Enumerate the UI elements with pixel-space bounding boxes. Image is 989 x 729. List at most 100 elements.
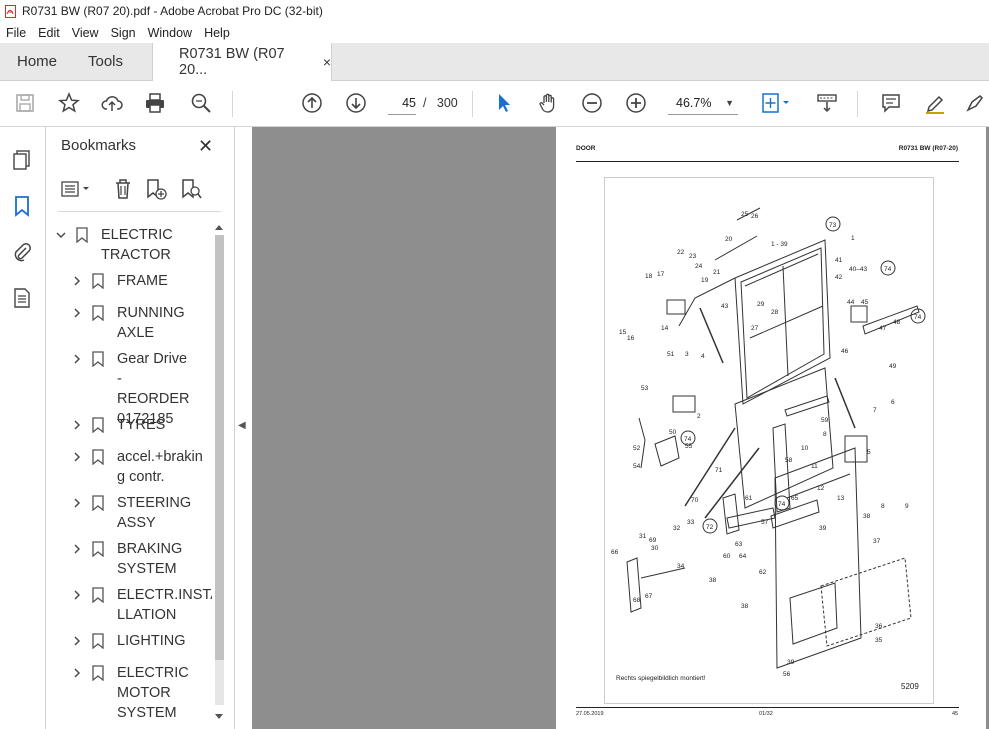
bookmarks-scrollbar[interactable]	[212, 223, 226, 723]
callout-34: 34	[677, 563, 685, 570]
title-bar: R0731 BW (R07 20).pdf - Adobe Acrobat Pr…	[0, 0, 989, 22]
callout-66: 66	[611, 549, 619, 556]
chevron-right-icon[interactable]	[72, 276, 82, 286]
callout-54: 54	[633, 463, 641, 470]
bookmark-options-icon[interactable]	[60, 177, 94, 201]
callout-67: 67	[645, 593, 653, 600]
page-thumbnails-icon[interactable]	[11, 149, 33, 171]
tab-bar: Home Tools R0731 BW (R07 20... ×	[0, 43, 989, 81]
callout-52: 52	[633, 445, 641, 452]
document-properties-icon[interactable]	[11, 287, 33, 309]
minus-circle-icon	[582, 93, 602, 113]
callout-61: 61	[745, 495, 753, 502]
menu-help[interactable]: Help	[198, 26, 236, 40]
scroll-thumb[interactable]	[215, 235, 224, 660]
chevron-right-icon[interactable]	[72, 498, 82, 508]
collapse-panel-icon[interactable]: ◀	[238, 420, 246, 431]
new-bookmark-icon[interactable]	[144, 177, 168, 201]
toolbar	[0, 81, 989, 127]
chevron-down-icon: ▼	[725, 98, 734, 108]
bookmark-label: ELECTR.INSTA	[117, 587, 212, 603]
next-page-button[interactable]	[344, 91, 368, 115]
chevron-right-icon[interactable]	[72, 452, 82, 462]
bookmarks-panel-icon[interactable]	[11, 195, 33, 217]
attachments-icon[interactable]	[11, 241, 33, 263]
menu-file[interactable]: File	[0, 26, 32, 40]
bookmark-label: RUNNING	[117, 305, 185, 321]
callout-17: 17	[657, 271, 665, 278]
close-icon[interactable]: ✕	[198, 136, 213, 157]
total-pages: 300	[436, 96, 458, 110]
bookmark-label: REORDER	[117, 391, 190, 407]
chevron-right-icon[interactable]	[72, 354, 82, 364]
tab-home[interactable]: Home	[17, 43, 57, 80]
chevron-right-icon[interactable]	[72, 636, 82, 646]
callout-29: 29	[757, 301, 765, 308]
chevron-right-icon[interactable]	[72, 668, 82, 678]
find-button[interactable]	[189, 91, 213, 115]
find-bookmark-icon[interactable]	[179, 177, 203, 201]
previous-page-button[interactable]	[300, 91, 324, 115]
scroll-mode-button[interactable]	[815, 91, 839, 115]
callout-32: 32	[673, 525, 681, 532]
bookmark-label: ASSY	[117, 515, 156, 531]
scroll-up-icon[interactable]	[214, 223, 224, 231]
menu-sign[interactable]: Sign	[105, 26, 142, 40]
tab-close-icon[interactable]: ×	[323, 54, 331, 70]
header-rule	[576, 161, 959, 162]
menu-edit[interactable]: Edit	[32, 26, 66, 40]
callout-38c: 38	[741, 603, 749, 610]
share-button[interactable]	[100, 91, 124, 115]
zoom-select[interactable]: 46.7% ▼	[668, 92, 738, 115]
tab-tools[interactable]: Tools	[88, 43, 123, 80]
bookmarks-toolbar	[56, 177, 222, 203]
callout-25: 25	[741, 211, 749, 218]
menu-view[interactable]: View	[66, 26, 105, 40]
callout-74b: 74	[914, 314, 922, 321]
arrow-up-circle-icon	[302, 93, 322, 113]
chevron-right-icon[interactable]	[72, 308, 82, 318]
bookmark-label: TYRES	[117, 417, 166, 433]
chevron-right-icon[interactable]	[72, 420, 82, 430]
bookmark-label: SYSTEM	[117, 561, 177, 577]
bookmark-label: FRAME	[117, 273, 168, 289]
window-title: R0731 BW (R07 20).pdf - Adobe Acrobat Pr…	[22, 4, 323, 18]
save-button[interactable]	[13, 91, 37, 115]
menu-window[interactable]: Window	[142, 26, 198, 40]
callout-10: 10	[801, 445, 809, 452]
callout-62: 62	[759, 569, 767, 576]
bookmark-label: LIGHTING	[117, 633, 186, 649]
delete-bookmark-icon[interactable]	[111, 177, 135, 201]
chevron-down-icon[interactable]	[56, 230, 66, 240]
callout-31: 31	[639, 533, 647, 540]
draw-button[interactable]	[963, 91, 987, 115]
highlight-button[interactable]	[923, 91, 947, 115]
figure-number: 5209	[901, 682, 919, 691]
callout-3: 3	[685, 351, 689, 358]
callout-50: 50	[669, 429, 677, 436]
bookmark-star-button[interactable]	[57, 91, 81, 115]
bookmark-label: MOTOR	[117, 685, 171, 701]
page-number-input[interactable]: 45	[388, 92, 416, 115]
page-footer-center: 01/32	[759, 711, 773, 717]
callout-74: 74	[884, 266, 892, 273]
chevron-right-icon[interactable]	[72, 590, 82, 600]
hand-tool-button[interactable]	[536, 91, 560, 115]
zoom-out-button[interactable]	[580, 91, 604, 115]
pen-icon	[966, 95, 983, 112]
tab-document[interactable]: R0731 BW (R07 20... ×	[152, 43, 332, 81]
comment-button[interactable]	[879, 91, 903, 115]
page-header-left: DOOR	[576, 145, 596, 152]
select-tool-button[interactable]	[492, 91, 516, 115]
callout-63: 63	[735, 541, 743, 548]
callout-23: 23	[689, 253, 697, 260]
zoom-value: 46.7%	[676, 96, 712, 110]
fit-page-button[interactable]	[760, 91, 792, 115]
callout-69: 69	[649, 537, 657, 544]
callout-9: 9	[905, 503, 909, 510]
zoom-in-button[interactable]	[624, 91, 648, 115]
print-button[interactable]	[143, 91, 167, 115]
document-viewer[interactable]: DOOR R0731 BW (R07-20) 73 74 74 74 72 74…	[252, 127, 989, 729]
scroll-down-icon[interactable]	[214, 713, 224, 721]
chevron-right-icon[interactable]	[72, 544, 82, 554]
